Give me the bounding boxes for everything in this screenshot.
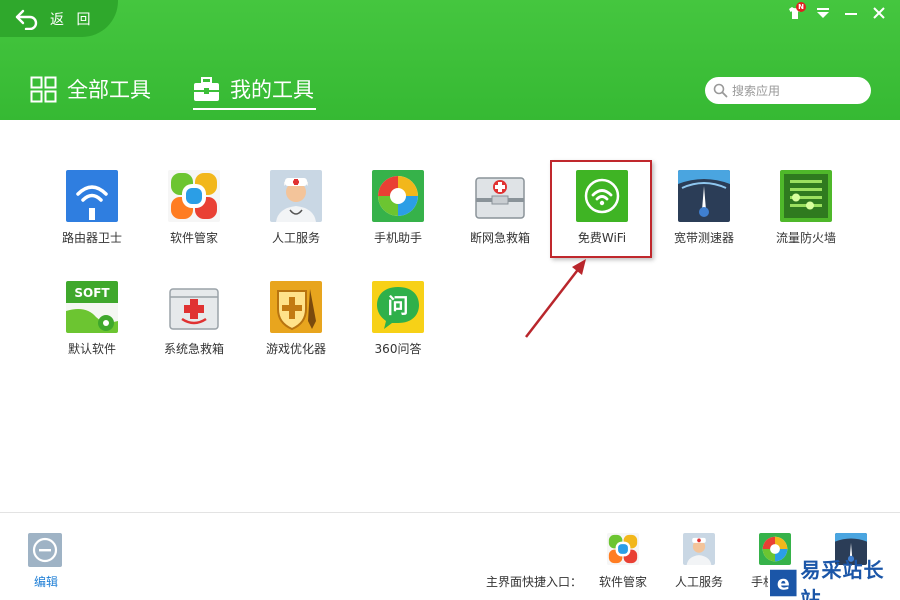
app-window: 返 回 N 全部工具 我的工具 搜索应用 路由器卫士 软件管家 人工服务 手机助… bbox=[0, 0, 900, 600]
minimize-button[interactable] bbox=[840, 2, 862, 24]
phone-assistant-icon bbox=[759, 533, 791, 565]
tool-traffic-firewall[interactable]: 流量防火墙 bbox=[761, 170, 851, 266]
search-input[interactable] bbox=[732, 83, 862, 98]
search-icon bbox=[713, 83, 728, 98]
tool-label: 人工服务 bbox=[271, 231, 320, 245]
toolbox-icon bbox=[194, 76, 219, 101]
active-tab-underline bbox=[193, 108, 316, 110]
traffic-firewall-icon bbox=[780, 170, 832, 222]
close-button[interactable] bbox=[868, 2, 890, 24]
tab-label: 我的工具 bbox=[230, 78, 314, 102]
shortcut-human-service[interactable]: 人工服务 bbox=[659, 533, 739, 593]
menu-button[interactable] bbox=[812, 2, 834, 24]
tab-my-tools[interactable]: 我的工具 bbox=[193, 70, 314, 108]
software-manager-icon bbox=[168, 170, 220, 222]
shortcut-label: 人工服务 bbox=[674, 575, 723, 589]
tab-label: 全部工具 bbox=[67, 78, 151, 102]
phone-assistant-icon bbox=[372, 170, 424, 222]
watermark: e 易采站长站 bbox=[768, 558, 900, 600]
tool-default-software[interactable]: SOFT 默认软件 bbox=[47, 281, 137, 377]
tool-label: 断网急救箱 bbox=[469, 231, 530, 245]
window-controls: N bbox=[784, 2, 890, 24]
tool-label: 软件管家 bbox=[169, 231, 218, 245]
tool-label: 360问答 bbox=[374, 342, 422, 356]
software-manager-icon bbox=[607, 533, 639, 565]
human-service-icon bbox=[683, 533, 715, 565]
back-arrow-icon bbox=[15, 9, 38, 30]
tool-label: 游戏优化器 bbox=[265, 342, 326, 356]
game-optimizer-icon bbox=[270, 281, 322, 333]
human-service-icon bbox=[270, 170, 322, 222]
minimize-icon bbox=[845, 13, 857, 15]
back-button[interactable]: 返 回 bbox=[0, 0, 118, 37]
tool-game-optimizer[interactable]: 游戏优化器 bbox=[251, 281, 341, 377]
watermark-text: 易采站长站 bbox=[800, 558, 885, 600]
annotation-arrow bbox=[525, 259, 586, 338]
tool-system-firstaid[interactable]: 系统急救箱 bbox=[149, 281, 239, 377]
tool-router-guard[interactable]: 路由器卫士 bbox=[47, 170, 137, 266]
tool-label: 流量防火墙 bbox=[775, 231, 836, 245]
notification-badge: N bbox=[796, 2, 806, 12]
svg-text:问: 问 bbox=[388, 294, 409, 318]
svg-text:e: e bbox=[777, 573, 790, 595]
tool-qa[interactable]: 问 360问答 bbox=[353, 281, 443, 377]
back-label: 返 回 bbox=[50, 11, 95, 28]
menu-down-icon bbox=[817, 8, 829, 18]
minus-circle-icon bbox=[28, 533, 62, 567]
edit-label: 编辑 bbox=[33, 575, 58, 589]
default-software-icon: SOFT bbox=[66, 281, 118, 333]
tool-label: 路由器卫士 bbox=[61, 231, 122, 245]
tool-label: 手机助手 bbox=[373, 231, 422, 245]
qa-icon: 问 bbox=[372, 281, 424, 333]
system-firstaid-icon bbox=[168, 281, 220, 333]
header-bar: 返 回 N 全部工具 我的工具 搜索应用 bbox=[0, 0, 900, 120]
edit-button[interactable]: 编辑 bbox=[28, 533, 64, 589]
footer-bar: 编辑 主界面快捷入口： 软件管家 人工服务 bbox=[0, 512, 900, 600]
tool-label: 默认软件 bbox=[67, 342, 116, 356]
search-box[interactable] bbox=[705, 77, 871, 104]
shortcut-label: 软件管家 bbox=[598, 575, 647, 589]
network-firstaid-icon bbox=[474, 170, 526, 222]
shortcut-prefix: 主界面快捷入口： bbox=[486, 575, 583, 589]
speedtest-icon bbox=[678, 170, 730, 222]
router-guard-icon bbox=[66, 170, 118, 222]
tool-label: 免费WiFi bbox=[577, 231, 627, 245]
tool-human-service[interactable]: 人工服务 bbox=[251, 170, 341, 266]
tab-all-tools[interactable]: 全部工具 bbox=[30, 70, 151, 108]
skin-button[interactable]: N bbox=[784, 2, 806, 24]
free-wifi-icon bbox=[576, 170, 628, 222]
tool-speedtest[interactable]: 宽带测速器 bbox=[659, 170, 749, 266]
shortcut-software-manager[interactable]: 软件管家 bbox=[583, 533, 663, 593]
tool-label: 宽带测速器 bbox=[673, 231, 734, 245]
svg-text:SOFT: SOFT bbox=[74, 286, 110, 300]
tool-phone-assistant[interactable]: 手机助手 bbox=[353, 170, 443, 266]
tool-software-manager[interactable]: 软件管家 bbox=[149, 170, 239, 266]
tool-label: 系统急救箱 bbox=[163, 342, 224, 356]
tool-free-wifi[interactable]: 免费WiFi bbox=[557, 170, 647, 266]
close-icon bbox=[873, 7, 885, 19]
grid-icon bbox=[30, 76, 57, 102]
tool-network-firstaid[interactable]: 断网急救箱 bbox=[455, 170, 545, 266]
watermark-logo-icon: e bbox=[770, 569, 797, 597]
